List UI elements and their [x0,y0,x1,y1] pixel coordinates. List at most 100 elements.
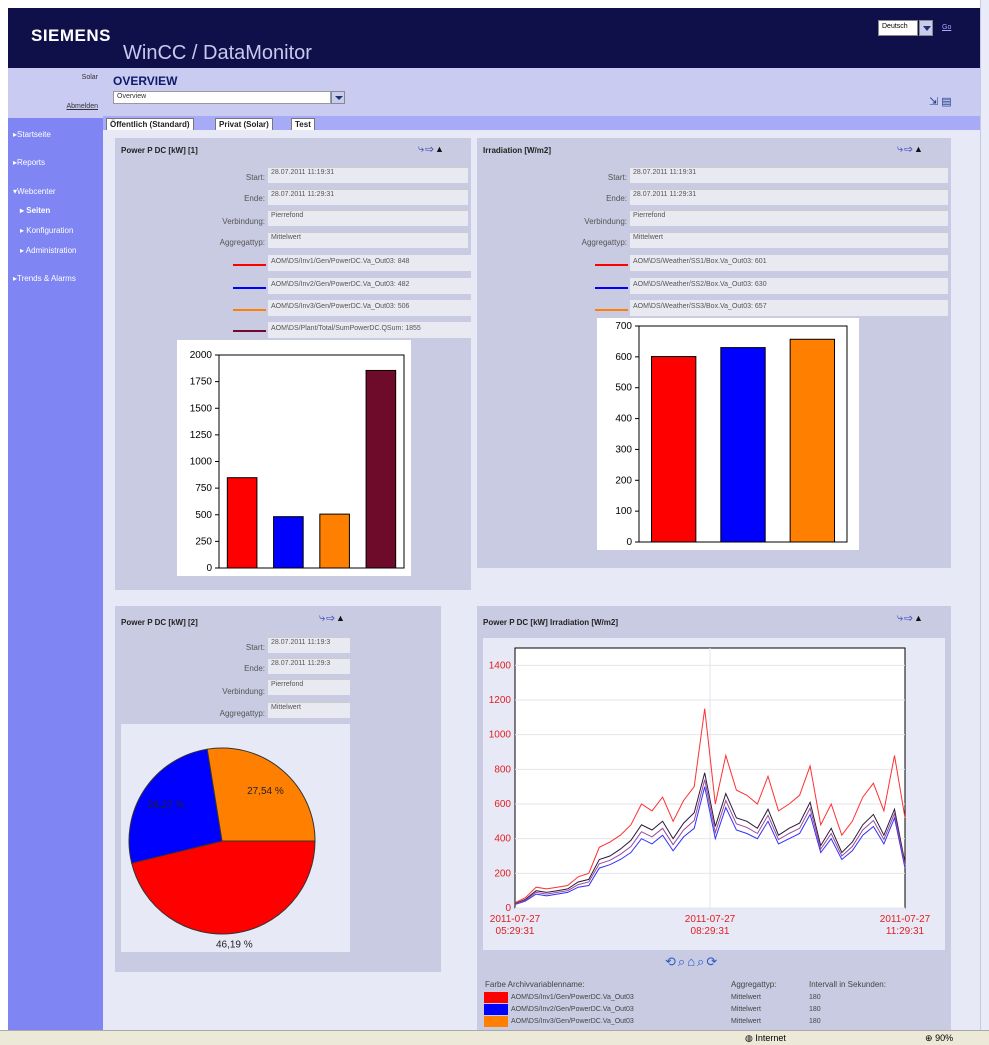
zoom-forward-icon[interactable]: ⟳ [706,954,719,969]
legend-row-interval: 180 [809,994,821,1001]
sidebar-item-startseite[interactable]: ▸Startseite [13,130,51,139]
go-link[interactable]: Go [942,24,951,31]
y-tick-label: 800 [494,764,511,775]
sidebar-item-label: Webcenter [17,187,56,196]
logout-link[interactable]: Abmelden [66,103,98,110]
bar [789,338,836,543]
pie-label: 26,27 % [148,800,185,811]
collapse-icon[interactable]: ▲ [914,144,924,154]
page-title: OVERVIEW [113,74,178,88]
panel-title: Irradiation [W/m2] [483,146,552,155]
legend-header-name: Farbe Archivvariablenname: [485,980,585,989]
zoom-out-icon[interactable]: ⌕ [697,954,706,969]
connection-value: Pierrefond [268,210,468,226]
sidebar-item-label: Trends & Alarms [17,274,76,283]
pie-label: 27,54 % [247,786,284,797]
pie-label: 46,19 % [216,939,253,950]
start-label: Start: [245,173,265,182]
bar [720,347,766,543]
sidebar-item-label: Seiten [26,206,51,215]
y-tick-label: 1750 [190,377,213,388]
x-tick-label: 05:29:31 [496,926,535,937]
y-tick-label: 100 [615,506,632,517]
legend-item: AOM\DS/Plant/Total/SumPowerDC.QSum: 1855 [268,322,471,338]
y-tick-label: 250 [195,536,212,547]
page-select[interactable]: Overview [113,91,331,104]
y-tick-label: 400 [494,834,511,845]
tab-bar: Öffentlich (Standard) Privat (Solar) Tes… [103,116,980,130]
bar-chart-irradiation: 0 100 200 300 400 500 600 700 [597,318,859,550]
y-tick-label: 200 [494,868,511,879]
vertical-scrollbar[interactable] [980,0,989,1030]
save-layout-icon[interactable]: ▤ [941,96,951,108]
export-icon[interactable]: ⇨ [904,612,914,624]
zoom-icon: ⊕ [925,1033,933,1043]
legend-row-name: AOM\DS/Inv2/Gen/PowerDC.Va_Out03 [511,1006,634,1013]
legend-swatch [595,287,628,289]
sidebar-item-reports[interactable]: ▸Reports [13,158,45,167]
end-value: 28.07.2011 11:29:31 [268,189,468,205]
legend-row-interval: 180 [809,1006,821,1013]
bar-chart-power-svg: 0 250 500 750 1000 1250 1500 1750 2000 [190,350,405,574]
add-trend-icon[interactable]: ⇲ [929,96,938,108]
legend-row-name: AOM\DS/Inv3/Gen/PowerDC.Va_Out03 [511,1018,634,1025]
y-tick-label: 1500 [190,403,213,414]
bar [650,356,697,543]
zoom-in-icon[interactable]: ⌕ [678,954,687,969]
legend-item: AOM\DS/Weather/SS2/Box.Va_Out03: 630 [630,278,948,294]
legend-swatch [595,264,628,266]
y-tick-label: 600 [494,799,511,810]
y-tick-label: 600 [615,352,632,363]
sidebar-item-webcenter[interactable]: ▾Webcenter [13,187,56,196]
legend-swatch [595,309,628,311]
aggregate-value: Mittelwert [268,702,350,718]
bar [273,516,304,569]
bar-chart-power: 0 250 500 750 1000 1250 1500 1750 2000 [177,340,411,576]
legend-row-aggregate: Mittelwert [731,1018,761,1025]
legend-item: AOM\DS/Inv2/Gen/PowerDC.Va_Out03: 482 [268,278,471,294]
legend-swatch [233,287,266,289]
bar [319,513,350,569]
sidebar-item-konfiguration[interactable]: ▸ Konfiguration [20,226,73,235]
zoom-history-icon[interactable]: ⟲ [665,954,678,969]
collapse-icon[interactable]: ▲ [914,613,924,623]
language-select[interactable]: Deutsch [878,20,918,36]
sidebar-item-seiten[interactable]: ▸ Seiten [20,206,50,215]
tab-oeffentlich[interactable]: Öffentlich (Standard) [106,118,194,130]
legend-swatch [233,330,266,332]
y-tick-label: 200 [615,475,632,486]
sidebar-item-label: Reports [17,158,46,167]
y-tick-label: 400 [615,414,632,425]
panel-power-dc-2: Power P DC [kW] [2] ⤷⇨▲ Start: 28.07.201… [115,606,441,972]
export-icon[interactable]: ⇨ [904,143,914,155]
export-icon[interactable]: ⇨ [326,612,336,624]
connection-value: Pierrefond [268,679,350,695]
aggregate-label: Aggregattyp: [581,238,627,247]
home-icon[interactable]: ⌂ [687,954,697,969]
language-dropdown-button[interactable] [919,20,933,36]
legend-item: AOM\DS/Weather/SS1/Box.Va_Out03: 601 [630,255,948,271]
collapse-icon[interactable]: ▲ [435,144,445,154]
x-tick-label: 2011-07-27 [685,914,736,925]
app-header: SIEMENS WinCC / DataMonitor Deutsch Go [8,8,980,68]
end-value: 28.07.2011 11:29:31 [630,189,948,205]
legend-swatch [484,1004,508,1015]
sidebar: Solar Abmelden ▸Startseite ▸Reports ▾Web… [8,68,103,1030]
y-tick-label: 1000 [489,730,512,741]
globe-icon: ◍ [745,1033,753,1043]
page-select-dropdown-button[interactable] [331,91,345,104]
legend-swatch [233,309,266,311]
sidebar-item-trends-alarms[interactable]: ▸Trends & Alarms [13,274,76,283]
pie-chart-svg: 46,19 % 26,27 % 27,54 % [128,747,316,950]
tab-privat[interactable]: Privat (Solar) [215,118,273,130]
y-tick-label: 0 [505,903,511,914]
y-tick-label: 300 [615,444,632,455]
tab-test[interactable]: Test [291,118,315,130]
zoom-level: 90% [935,1033,954,1043]
export-icon[interactable]: ⇨ [425,143,435,155]
content-header: OVERVIEW Overview ⇲ ▤ [103,68,980,116]
legend-item: AOM\DS/Inv3/Gen/PowerDC.Va_Out03: 506 [268,300,471,316]
collapse-icon[interactable]: ▲ [336,613,346,623]
sidebar-item-administration[interactable]: ▸ Administration [20,246,76,255]
sidebar-item-label: Startseite [17,130,51,139]
